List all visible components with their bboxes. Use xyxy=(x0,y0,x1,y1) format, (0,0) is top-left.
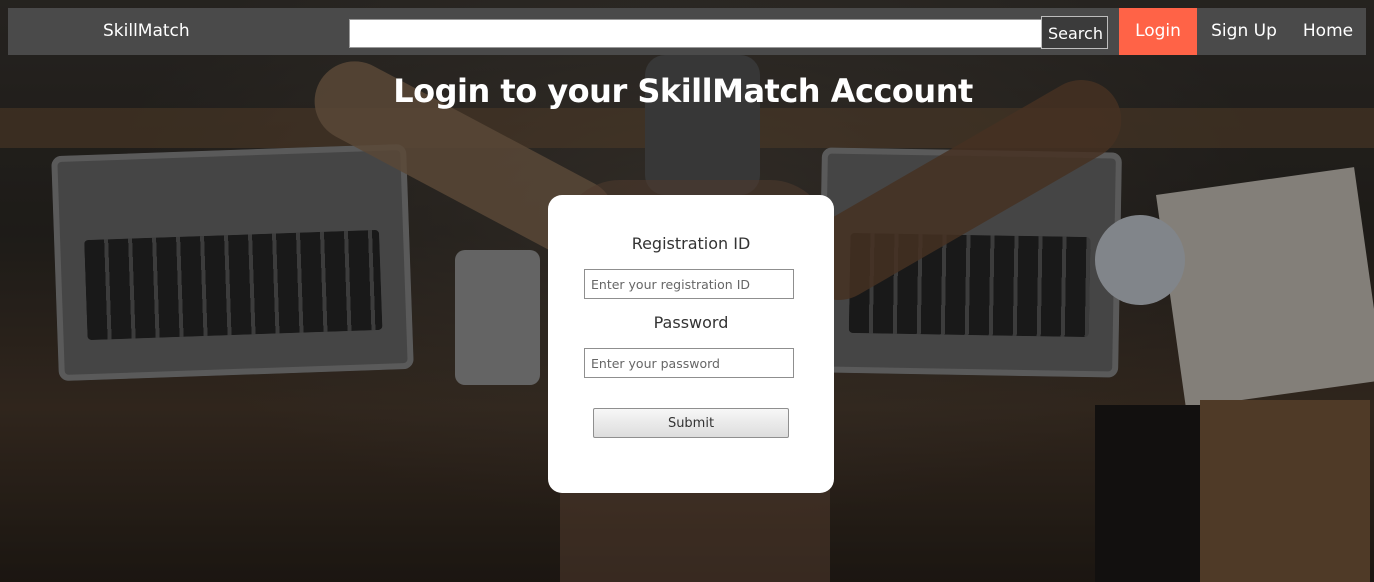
search-input[interactable] xyxy=(349,19,1043,48)
password-label: Password xyxy=(653,313,729,332)
registration-id-input[interactable] xyxy=(584,269,794,299)
nav-signup-link[interactable]: Sign Up xyxy=(1203,8,1285,55)
top-navbar: SkillMatch Search Login Sign Up Home xyxy=(8,8,1366,55)
page-title-text: Login to your SkillMatch Account xyxy=(393,72,973,110)
nav-home-link[interactable]: Home xyxy=(1293,8,1363,55)
registration-id-label: Registration ID xyxy=(631,234,751,253)
login-form-card: Registration ID Password Submit xyxy=(548,195,834,493)
search-button[interactable]: Search xyxy=(1041,16,1108,49)
login-page: SkillMatch Search Login Sign Up Home Log… xyxy=(0,0,1374,582)
brand-logo-link[interactable]: SkillMatch xyxy=(103,8,190,55)
password-input[interactable] xyxy=(584,348,794,378)
nav-login-link[interactable]: Login xyxy=(1119,8,1197,55)
submit-button[interactable]: Submit xyxy=(593,408,789,438)
page-title: Login to your SkillMatch Account xyxy=(0,72,1374,110)
